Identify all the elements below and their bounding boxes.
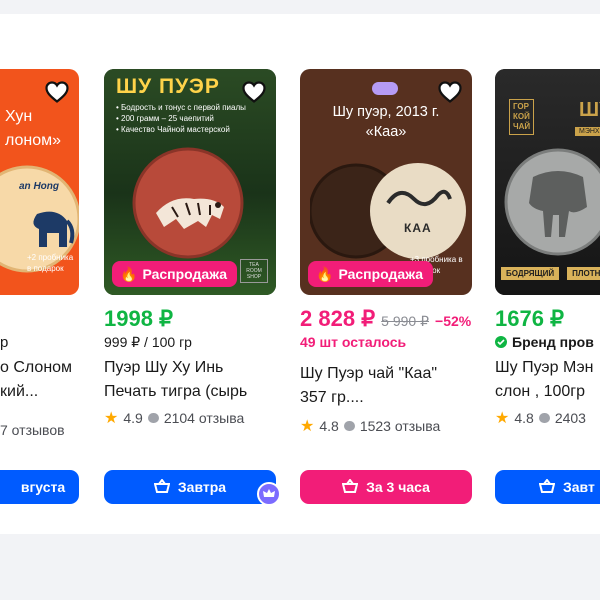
delivery-button[interactable]: Завт <box>495 470 600 504</box>
rating-row: 7 отзывов <box>0 422 65 438</box>
reviews-count: 2403 <box>554 410 586 426</box>
star-icon: ★ <box>300 418 315 435</box>
fire-icon: 🔥 <box>316 265 334 282</box>
promo-text: +2 пробника в подарок <box>27 253 74 273</box>
premium-crown-icon <box>257 482 281 506</box>
rating-value: 4.8 <box>514 410 534 426</box>
tea-cake-elephant-illustration <box>504 148 600 256</box>
rating-value: 4.8 <box>319 418 339 434</box>
shop-tag: TEA ROOM SHOP <box>240 259 268 283</box>
star-icon: ★ <box>495 410 510 427</box>
product-image[interactable]: Шу пуэр, 2013 г. «Каа» КАА +3 пробника в… <box>300 69 472 295</box>
comment-icon <box>343 421 355 431</box>
price: 1998 ₽ <box>104 306 174 331</box>
image-bullets: • Бодрость и тонус с первой пиалы • 200 … <box>116 103 246 134</box>
delivery-button[interactable]: За 3 часа <box>300 470 472 504</box>
price-row: 2 828 ₽ 5 990 ₽ −52% <box>300 306 471 332</box>
unit-price: 999 ₽ / 100 гр <box>104 334 192 350</box>
delivery-button[interactable]: вгуста <box>0 470 79 504</box>
tag-row: БОДРЯЩИЙ ПЛОТНЫ <box>501 267 600 280</box>
tea-cake-illustration <box>310 163 466 259</box>
stock-left: 49 шт осталось <box>300 334 407 350</box>
delivery-button[interactable]: Завтра <box>104 470 276 504</box>
product-image[interactable]: ГОР КОЙ ЧАЙ ШУ МЭНХ БОДРЯЩИЙ ПЛОТНЫ <box>495 69 600 295</box>
price-row: 1676 ₽ <box>495 306 564 332</box>
button-label: Завт <box>563 479 595 495</box>
comment-icon <box>147 413 159 423</box>
brand-logo-box: ГОР КОЙ ЧАЙ <box>509 99 535 135</box>
button-label: За 3 часа <box>366 479 430 495</box>
product-title[interactable]: Шу Пуэр Мэн слон , 100гр <box>495 356 593 404</box>
button-label: вгуста <box>20 479 66 495</box>
fire-icon: 🔥 <box>120 265 138 282</box>
image-label: ШУ <box>579 99 600 121</box>
price: 2 828 ₽ <box>300 306 376 331</box>
sale-badge: 🔥 Распродажа <box>308 261 434 287</box>
reviews-count: 7 отзывов <box>0 422 65 438</box>
product-image[interactable]: Хун лоном» an Hong +2 пробника в подарок <box>0 69 79 295</box>
image-title: Шу пуэр, 2013 г. «Каа» <box>332 104 440 140</box>
product-title[interactable]: Шу Пуэр чай "Каа" 357 гр.... <box>300 362 437 410</box>
tea-cake-tiger-illustration <box>132 147 244 259</box>
old-price: 5 990 ₽ <box>381 313 430 329</box>
product-title[interactable]: Пуэр Шу Ху Инь Печать тигра (сырь <box>104 356 247 404</box>
comment-icon <box>538 413 550 423</box>
rating-row: ★ 4.9 2104 отзыва <box>104 408 244 428</box>
favorite-heart-icon[interactable] <box>242 81 266 103</box>
reviews-count: 1523 отзыва <box>359 418 441 434</box>
cart-icon <box>153 477 171 496</box>
price-row: 1998 ₽ <box>104 306 173 332</box>
brand-row: Бренд пров <box>495 334 594 350</box>
cart-icon <box>341 477 359 496</box>
rating-value: 4.9 <box>123 410 143 426</box>
discount-badge: −52% <box>435 313 472 329</box>
product-image[interactable]: ШУ ПУЭР • Бодрость и тонус с первой пиал… <box>104 69 276 295</box>
star-icon: ★ <box>104 410 119 427</box>
button-label: Завтра <box>177 479 227 495</box>
image-sublabel: МЭНХ <box>575 127 600 136</box>
favorite-heart-icon[interactable] <box>438 81 462 103</box>
rating-row: ★ 4.8 1523 отзыва <box>300 416 440 436</box>
price: 1676 ₽ <box>495 306 565 331</box>
cart-icon <box>538 477 556 496</box>
image-logo-badge <box>372 82 398 95</box>
rating-row: ★ 4.8 2403 <box>495 408 586 428</box>
image-title: ШУ ПУЭР <box>116 75 220 98</box>
brand-logo-text: an Hong <box>19 181 59 192</box>
verified-check-icon <box>495 336 507 348</box>
product-title[interactable]: о Слоном кий... <box>0 356 72 404</box>
unit-price: р <box>0 334 9 351</box>
kaa-logo: КАА <box>404 221 432 235</box>
favorite-heart-icon[interactable] <box>45 81 69 103</box>
product-carousel: Хун лоном» an Hong +2 пробника в подарок… <box>0 14 600 534</box>
sale-badge: 🔥 Распродажа <box>112 261 238 287</box>
reviews-count: 2104 отзыва <box>163 410 245 426</box>
image-title: Хун лоном» <box>5 108 62 149</box>
